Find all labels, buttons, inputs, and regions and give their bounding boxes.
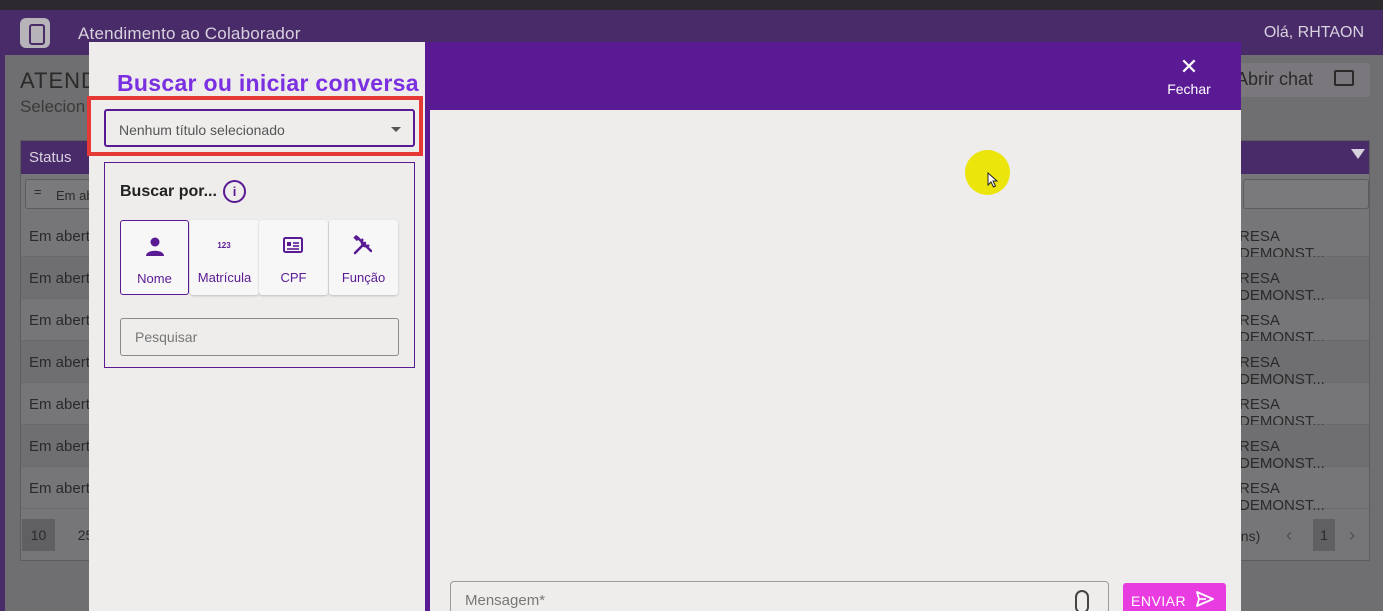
send-icon (1196, 591, 1214, 607)
send-label: ENVIAR (1131, 593, 1187, 609)
search-mode-role[interactable]: Função (329, 220, 398, 295)
person-icon (146, 237, 164, 256)
user-greeting[interactable]: Olá, RHTAON (1264, 24, 1364, 42)
page-size-10[interactable]: 10 (22, 519, 55, 551)
dropdown-caret-icon (391, 127, 401, 132)
page-button-1[interactable]: 1 (1313, 519, 1335, 551)
window-top-strip (0, 0, 1383, 10)
company-filter-input[interactable] (1243, 179, 1369, 209)
title-select-value: Nenhum título selecionado (119, 122, 285, 138)
search-field[interactable] (120, 318, 399, 356)
chat-messages-area (434, 110, 1241, 611)
send-button[interactable]: ENVIAR (1123, 583, 1226, 611)
title-select[interactable]: Nenhum título selecionado (104, 109, 415, 147)
mouse-cursor-icon (987, 172, 999, 188)
search-mode-cpf[interactable]: CPF (259, 220, 328, 295)
page-subtitle: Selecion (20, 97, 86, 116)
filter-icon[interactable] (1351, 149, 1365, 159)
page-title: ATEND (20, 68, 98, 93)
chevron-right-icon[interactable]: › (1349, 525, 1355, 546)
close-label: Fechar (1167, 81, 1211, 97)
status-column-header[interactable]: Status (29, 149, 72, 166)
chat-icon (1334, 70, 1354, 86)
search-by-label: Buscar por... (120, 183, 217, 200)
search-mode-registration[interactable]: 123 Matrícula (190, 220, 259, 295)
open-chat-button[interactable]: Abrir chat (1226, 63, 1370, 97)
chevron-left-icon[interactable]: ‹ (1286, 525, 1292, 546)
info-icon[interactable]: i (223, 180, 246, 203)
id-card-icon (283, 237, 303, 253)
close-icon: ✕ (1179, 54, 1199, 79)
message-field[interactable] (450, 581, 1109, 611)
equals-icon: = (34, 184, 42, 199)
app-logo-icon[interactable] (20, 18, 50, 48)
app-title: Atendimento ao Colaborador (78, 24, 301, 43)
tools-icon (353, 234, 373, 255)
open-chat-label: Abrir chat (1236, 69, 1314, 89)
search-box: Buscar por... i Nome 123 Matrícula CPF F… (104, 162, 415, 368)
close-button[interactable]: ✕ Fechar (1161, 56, 1217, 102)
search-panel: Buscar ou iniciar conversa Nenhum título… (87, 42, 430, 611)
panel-title: Buscar ou iniciar conversa (117, 70, 419, 96)
search-input[interactable] (135, 329, 385, 345)
attach-icon[interactable] (1075, 590, 1089, 611)
numbers-icon: 123 (217, 241, 231, 250)
svg-text:123: 123 (217, 241, 231, 250)
search-mode-name[interactable]: Nome (120, 220, 189, 295)
message-input[interactable] (465, 592, 1045, 609)
